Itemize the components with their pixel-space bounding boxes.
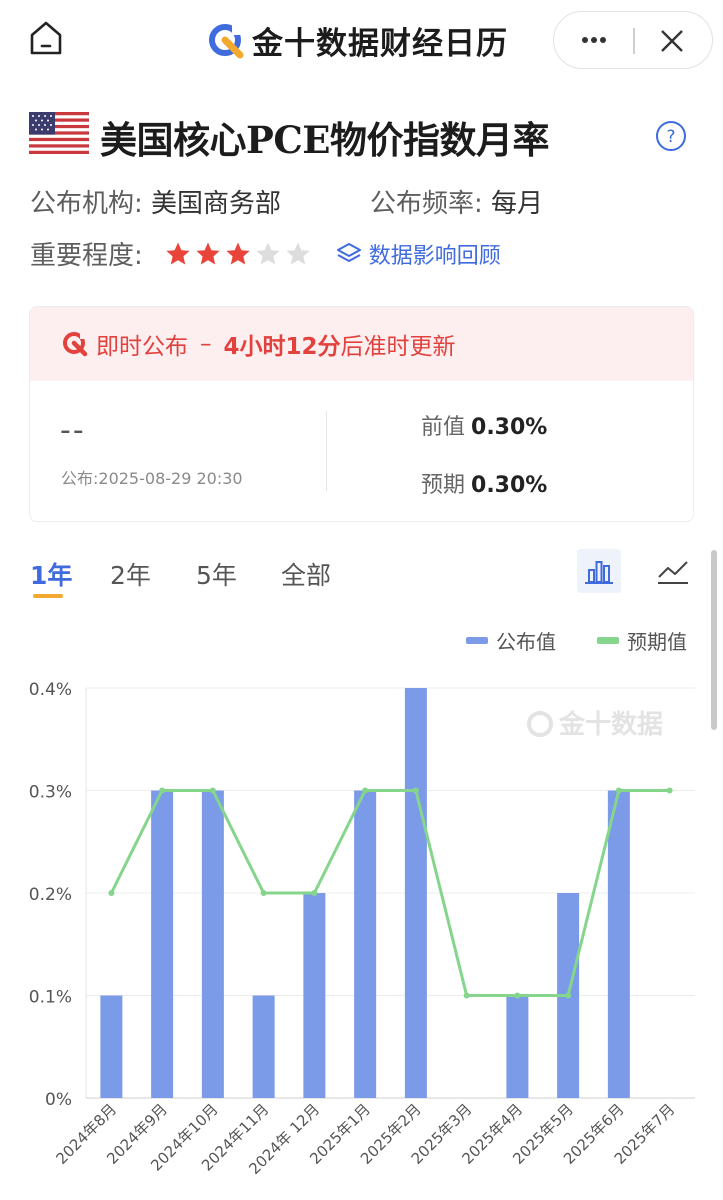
bar-chart-toggle[interactable] bbox=[577, 549, 621, 593]
tab-1-year[interactable]: 1年 bbox=[30, 556, 72, 592]
mini-program-capsule bbox=[553, 11, 713, 69]
star-empty-icon bbox=[256, 242, 280, 264]
forecast-point-11 bbox=[666, 787, 673, 794]
us-flag-icon bbox=[29, 112, 89, 154]
bar-actual-4 bbox=[303, 893, 326, 1098]
forecast-row: 预期 0.30% bbox=[421, 467, 547, 499]
y-tick-label: 0.2% bbox=[29, 885, 72, 905]
publisher-row: 公布机构: 美国商务部 bbox=[30, 183, 281, 220]
app-title: 金十数据财经日历 bbox=[252, 25, 508, 62]
star-filled-icon bbox=[226, 242, 250, 264]
forecast-point-9 bbox=[565, 992, 572, 999]
star-filled-icon bbox=[196, 242, 220, 264]
y-tick-label: 0.3% bbox=[29, 783, 72, 803]
forecast-point-3 bbox=[260, 890, 267, 896]
jin10-logo-icon bbox=[209, 24, 244, 59]
legend-label-forecast: 预期值 bbox=[627, 630, 687, 654]
publisher-label: 公布机构: bbox=[30, 189, 143, 219]
frequency-value: 每月 bbox=[491, 189, 544, 219]
svg-text:?: ? bbox=[666, 127, 675, 147]
previous-label: 前值 bbox=[421, 415, 466, 440]
frequency-row: 公布频率: 每月 bbox=[370, 183, 543, 220]
release-status: 即时公布 bbox=[96, 334, 188, 360]
legend-line-swatch bbox=[597, 637, 619, 644]
brand: 金十数据财经日历 bbox=[206, 20, 508, 62]
tab-2-years[interactable]: 2年 bbox=[110, 556, 151, 592]
jin10-alert-icon bbox=[63, 331, 88, 357]
forecast-value: 0.30% bbox=[471, 473, 548, 498]
bar-actual-8 bbox=[506, 995, 529, 1098]
forecast-point-7 bbox=[463, 992, 470, 999]
previous-value: 0.30% bbox=[471, 415, 548, 440]
forecast-point-8 bbox=[514, 992, 521, 999]
publish-time: 公布:2025-08-29 20:30 bbox=[61, 469, 243, 488]
actual-value: -- bbox=[60, 413, 86, 448]
close-icon[interactable] bbox=[657, 26, 687, 56]
layers-icon bbox=[336, 242, 361, 262]
importance-label: 重要程度: bbox=[30, 241, 143, 271]
release-countdown: 4小时12分 bbox=[223, 334, 341, 360]
forecast-point-0 bbox=[108, 890, 115, 896]
importance-row: 重要程度: 数据影响回顾 bbox=[30, 235, 501, 272]
card-divider bbox=[326, 411, 327, 491]
release-card: 即时公布 – 4小时12分 后准时更新 -- 公布:2025-08-29 20:… bbox=[29, 306, 694, 522]
watermark-logo-icon bbox=[527, 711, 553, 737]
legend-label-actual: 公布值 bbox=[496, 630, 556, 654]
forecast-point-1 bbox=[159, 787, 166, 794]
frequency-label: 公布频率: bbox=[370, 189, 483, 219]
y-tick-label: 0.4% bbox=[29, 680, 72, 700]
star-empty-icon bbox=[286, 242, 310, 264]
pce-chart: 公布值 预期值0%0.1%0.2%0.3%0.4%金十数据2024年8月2024年… bbox=[29, 630, 695, 1178]
bar-actual-5 bbox=[354, 790, 377, 1098]
tab-5-years[interactable]: 5年 bbox=[196, 556, 237, 592]
scrollbar[interactable] bbox=[711, 550, 717, 730]
importance-stars bbox=[165, 241, 315, 267]
release-status-banner: 即时公布 – 4小时12分 后准时更新 bbox=[30, 307, 693, 381]
bar-actual-0 bbox=[100, 995, 123, 1098]
home-icon[interactable] bbox=[26, 18, 66, 58]
active-tab-indicator bbox=[33, 594, 63, 598]
line-chart-toggle[interactable] bbox=[651, 549, 695, 593]
y-tick-label: 0.1% bbox=[29, 988, 72, 1008]
bar-chart-icon bbox=[585, 561, 613, 584]
legend-bar-swatch bbox=[466, 637, 488, 644]
bar-actual-1 bbox=[151, 790, 174, 1098]
indicator-title: 美国核心PCE物价指数月率 bbox=[100, 118, 549, 162]
tab-all[interactable]: 全部 bbox=[281, 556, 331, 592]
review-link-label: 数据影响回顾 bbox=[368, 243, 501, 269]
chart-watermark: 金十数据 bbox=[558, 709, 663, 740]
forecast-point-5 bbox=[362, 787, 369, 794]
bar-actual-6 bbox=[404, 688, 427, 1098]
status-dash: – bbox=[200, 331, 212, 357]
forecast-point-6 bbox=[412, 787, 419, 794]
bar-actual-10 bbox=[607, 790, 630, 1098]
forecast-point-2 bbox=[209, 787, 216, 794]
y-tick-label: 0% bbox=[45, 1090, 72, 1110]
forecast-point-4 bbox=[311, 890, 318, 896]
top-bar: 金十数据财经日历 bbox=[0, 0, 723, 84]
previous-row: 前值 0.30% bbox=[421, 409, 547, 441]
forecast-label: 预期 bbox=[421, 473, 466, 498]
more-icon[interactable] bbox=[576, 26, 612, 54]
bar-actual-3 bbox=[252, 995, 275, 1098]
forecast-point-10 bbox=[615, 787, 622, 794]
star-filled-icon bbox=[166, 242, 190, 264]
line-chart-icon bbox=[658, 561, 688, 584]
data-impact-review-link[interactable]: 数据影响回顾 bbox=[335, 238, 501, 270]
capsule-divider bbox=[633, 28, 635, 54]
bar-actual-2 bbox=[201, 790, 224, 1098]
publisher-value: 美国商务部 bbox=[151, 189, 282, 219]
release-countdown-suffix: 后准时更新 bbox=[340, 334, 456, 360]
help-icon[interactable]: ? bbox=[655, 120, 687, 152]
